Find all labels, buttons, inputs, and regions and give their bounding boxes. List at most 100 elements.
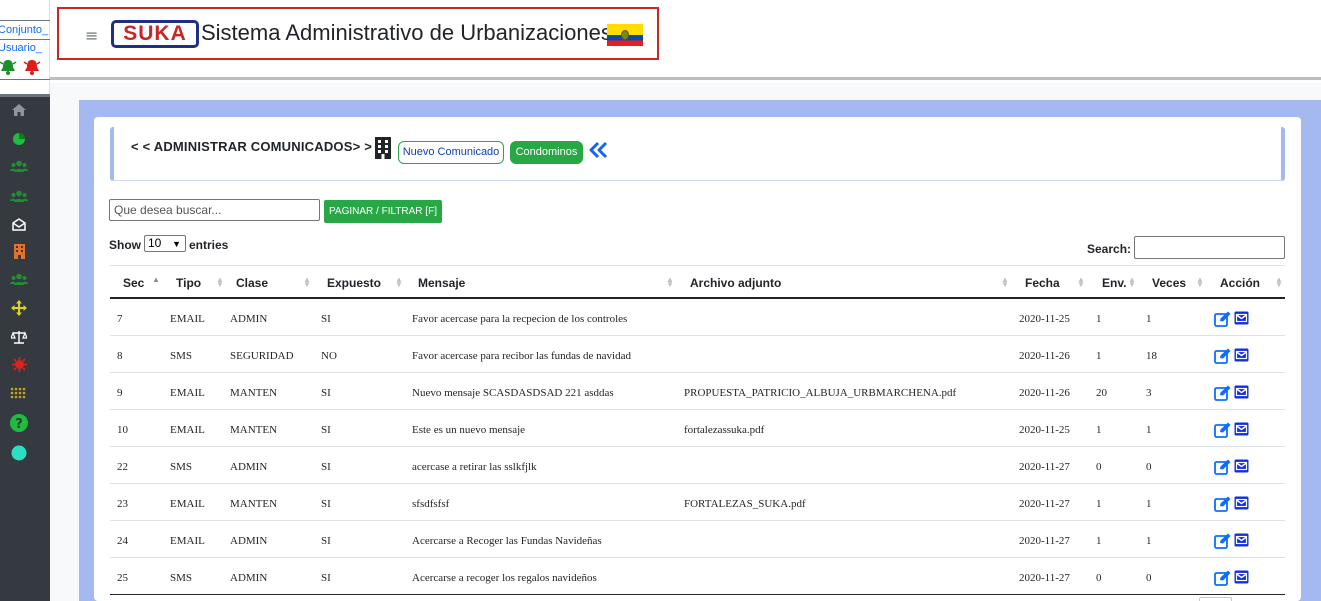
- hamburger-menu-icon[interactable]: ≡: [85, 26, 98, 45]
- edit-icon[interactable]: [1214, 570, 1231, 586]
- cell-mensaje: acercase a retirar las sslkfjlk: [412, 461, 537, 473]
- cell-env: 20: [1096, 387, 1107, 399]
- table-row: 10 EMAIL MANTEN SI Este es un nuevo mens…: [110, 410, 1285, 447]
- cell-clase: SEGURIDAD: [230, 350, 294, 362]
- col-header-veces[interactable]: Veces: [1152, 276, 1186, 290]
- cell-sec: 10: [117, 424, 128, 436]
- edit-icon[interactable]: [1214, 496, 1231, 512]
- cell-tipo: EMAIL: [170, 424, 205, 436]
- page-header-box: [110, 127, 1285, 181]
- chevron-down-icon: ▼: [172, 239, 181, 249]
- cell-mensaje: Favor acercase para la recpecion de los …: [412, 313, 628, 325]
- circle-icon[interactable]: [9, 443, 29, 463]
- envelope-icon[interactable]: [1234, 533, 1249, 547]
- edit-icon[interactable]: [1214, 533, 1231, 549]
- cell-sec: 9: [117, 387, 123, 399]
- users-icon[interactable]: [9, 156, 29, 176]
- envelope-icon[interactable]: [1234, 311, 1249, 325]
- red-bell-icon[interactable]: [23, 58, 41, 76]
- cell-env: 1: [1096, 498, 1102, 510]
- cell-mensaje: Nuevo mensaje SCASDASDSAD 221 asddas: [412, 387, 614, 399]
- col-header-env[interactable]: Env.: [1102, 276, 1126, 290]
- cell-env: 0: [1096, 572, 1102, 584]
- cell-clase: ADMIN: [230, 313, 268, 325]
- cell-tipo: EMAIL: [170, 313, 205, 325]
- edit-icon[interactable]: [1214, 348, 1231, 364]
- green-bell-icon[interactable]: [0, 58, 17, 76]
- cell-expuesto: SI: [321, 535, 331, 547]
- pagination-control[interactable]: [1199, 597, 1232, 601]
- envelope-icon[interactable]: [1234, 385, 1249, 399]
- conjunto-link[interactable]: Conjunto_: [0, 24, 48, 36]
- filter-button[interactable]: PAGINAR / FILTRAR [F]: [324, 200, 442, 223]
- double-chevron-left-icon[interactable]: [589, 140, 609, 160]
- col-header-expuesto[interactable]: Expuesto: [327, 276, 381, 290]
- app-title: Sistema Administrativo de Urbanizaciones: [201, 20, 612, 45]
- envelope-icon[interactable]: [1234, 570, 1249, 584]
- cell-clase: ADMIN: [230, 535, 268, 547]
- search-input[interactable]: [109, 199, 320, 221]
- users-icon[interactable]: [9, 186, 29, 206]
- divider: [0, 20, 50, 21]
- cell-mensaje: Acercarse a Recoger las Fundas Navideñas: [412, 535, 602, 547]
- envelope-open-icon[interactable]: [9, 214, 29, 234]
- cell-sec: 7: [117, 313, 123, 325]
- cell-veces: 18: [1146, 350, 1157, 362]
- col-header-sec[interactable]: Sec: [123, 276, 144, 290]
- edit-icon[interactable]: [1214, 311, 1231, 327]
- condominos-button[interactable]: Condominos: [510, 141, 583, 164]
- col-header-fecha[interactable]: Fecha: [1025, 276, 1060, 290]
- cell-fecha: 2020-11-26: [1019, 387, 1070, 399]
- chart-pie-icon[interactable]: [9, 129, 29, 149]
- edit-icon[interactable]: [1214, 422, 1231, 438]
- col-header-archivo[interactable]: Archivo adjunto: [690, 276, 781, 290]
- envelope-icon[interactable]: [1234, 422, 1249, 436]
- cell-archivo[interactable]: fortalezassuka.pdf: [684, 424, 764, 436]
- edit-icon[interactable]: [1214, 385, 1231, 401]
- virus-icon[interactable]: [9, 354, 29, 374]
- arrows-move-icon[interactable]: [9, 298, 29, 318]
- cell-archivo[interactable]: PROPUESTA_PATRICIO_ALBUJA_URBMARCHENA.pd…: [684, 387, 956, 399]
- home-icon[interactable]: [9, 100, 29, 120]
- col-header-tipo[interactable]: Tipo: [176, 276, 201, 290]
- cell-sec: 8: [117, 350, 123, 362]
- sort-icon: ▲ ▼: [666, 275, 674, 289]
- col-header-clase[interactable]: Clase: [236, 276, 268, 290]
- envelope-icon[interactable]: [1234, 459, 1249, 473]
- table-search-input[interactable]: [1134, 236, 1285, 259]
- cell-fecha: 2020-11-27: [1019, 535, 1070, 547]
- cell-tipo: SMS: [170, 350, 193, 362]
- cell-veces: 0: [1146, 572, 1152, 584]
- col-header-mensaje[interactable]: Mensaje: [418, 276, 465, 290]
- sort-icon: ▲ ▼: [1275, 275, 1283, 289]
- cell-env: 1: [1096, 350, 1102, 362]
- users-icon[interactable]: [9, 269, 29, 289]
- col-header-accion[interactable]: Acción: [1220, 276, 1260, 290]
- balance-scale-icon[interactable]: [9, 327, 29, 347]
- envelope-icon[interactable]: [1234, 496, 1249, 510]
- table-row: 7 EMAIL ADMIN SI Favor acercase para la …: [110, 299, 1285, 336]
- cell-env: 1: [1096, 313, 1102, 325]
- sidebar: Conjunto_ Usuario_ ?: [0, 0, 50, 601]
- cell-expuesto: SI: [321, 461, 331, 473]
- dots-grid-icon[interactable]: [9, 383, 29, 403]
- table-top-border: [110, 265, 1285, 266]
- building-icon[interactable]: [9, 241, 29, 261]
- cell-archivo[interactable]: FORTALEZAS_SUKA.pdf: [684, 498, 806, 510]
- page-length-select[interactable]: 10 ▼: [144, 235, 186, 252]
- page-length-value: 10: [148, 236, 162, 250]
- table-row: 22 SMS ADMIN SI acercase a retirar las s…: [110, 447, 1285, 484]
- question-icon[interactable]: ?: [9, 413, 29, 433]
- edit-icon[interactable]: [1214, 459, 1231, 475]
- new-comunicado-button[interactable]: Nuevo Comunicado: [398, 141, 504, 164]
- table-bottom-border: [110, 594, 1285, 595]
- cell-expuesto: SI: [321, 498, 331, 510]
- cell-tipo: SMS: [170, 572, 193, 584]
- usuario-link[interactable]: Usuario_: [0, 42, 42, 54]
- cell-veces: 1: [1146, 535, 1152, 547]
- cell-expuesto: NO: [321, 350, 337, 362]
- table-row: 8 SMS SEGURIDAD NO Favor acercase para r…: [110, 336, 1285, 373]
- envelope-icon[interactable]: [1234, 348, 1249, 362]
- sidebar-separator: [0, 94, 50, 97]
- svg-text:?: ?: [15, 417, 23, 432]
